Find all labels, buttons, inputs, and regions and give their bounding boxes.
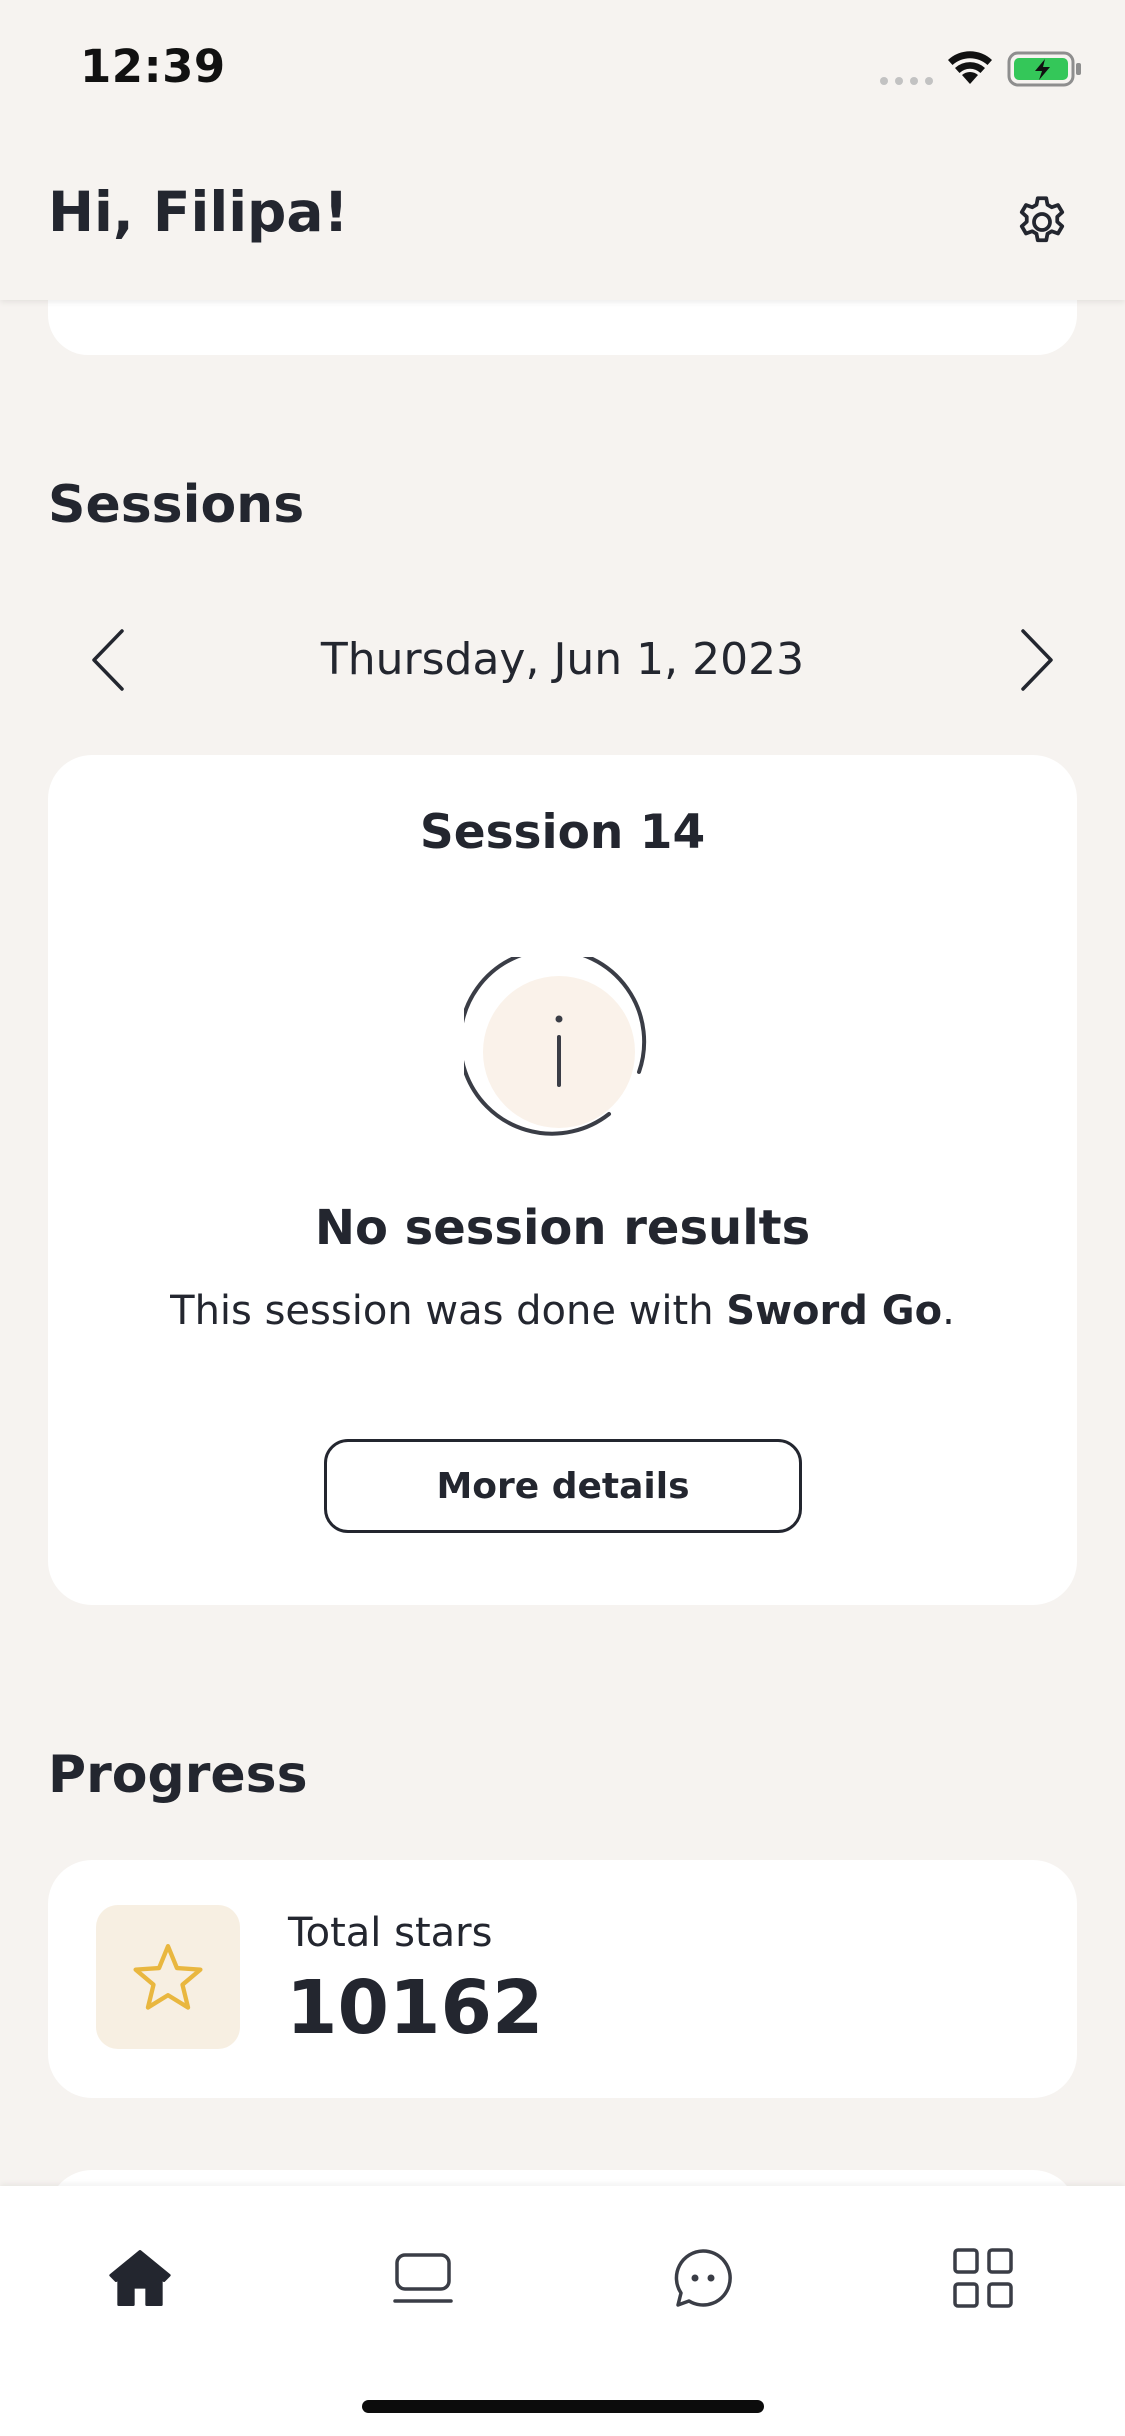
cellular-signal-icon — [880, 77, 933, 85]
total-stars-value: 10162 — [286, 1965, 544, 2051]
info-icon — [464, 957, 647, 1136]
date-navigator: Thursday, Jun 1, 2023 — [48, 620, 1077, 700]
description-text: This session was done with — [170, 1288, 727, 1334]
tab-chat[interactable] — [653, 2228, 753, 2328]
device-name: Sword Go — [726, 1288, 943, 1334]
next-date-button[interactable] — [997, 620, 1077, 700]
home-indicator[interactable] — [362, 2400, 764, 2413]
session-card: Session 14 No session results This sessi… — [48, 755, 1077, 1605]
settings-button[interactable] — [1007, 187, 1077, 257]
chat-icon — [674, 2249, 732, 2307]
gear-icon — [1019, 196, 1065, 243]
status-time: 12:39 — [80, 40, 226, 93]
empty-state-title: No session results — [314, 1200, 811, 1256]
tab-bar — [0, 2186, 1125, 2436]
total-stars-card[interactable]: Total stars 10162 — [48, 1860, 1077, 2098]
session-title: Session 14 — [419, 805, 706, 860]
tab-home[interactable] — [90, 2228, 190, 2328]
top-bar: 12:39 Hi, Filipa! — [0, 0, 1125, 300]
greeting-title: Hi, Filipa! — [48, 180, 349, 244]
empty-state-description: This session was done with Sword Go. — [48, 1288, 1077, 1334]
tab-device[interactable] — [373, 2228, 473, 2328]
tab-more[interactable] — [933, 2228, 1033, 2328]
home-icon — [109, 2250, 171, 2307]
star-badge — [96, 1905, 240, 2049]
description-end: . — [942, 1288, 955, 1334]
chevron-right-icon — [1021, 629, 1053, 691]
total-stars-label: Total stars — [288, 1910, 493, 1956]
grid-icon — [953, 2248, 1013, 2308]
sessions-heading: Sessions — [48, 475, 305, 535]
star-icon — [133, 1944, 203, 2010]
device-icon — [393, 2253, 453, 2303]
progress-heading: Progress — [48, 1745, 308, 1805]
session-date: Thursday, Jun 1, 2023 — [320, 634, 805, 685]
more-details-button[interactable]: More details — [324, 1439, 802, 1533]
wifi-icon — [948, 51, 992, 84]
battery-icon — [1007, 51, 1081, 87]
